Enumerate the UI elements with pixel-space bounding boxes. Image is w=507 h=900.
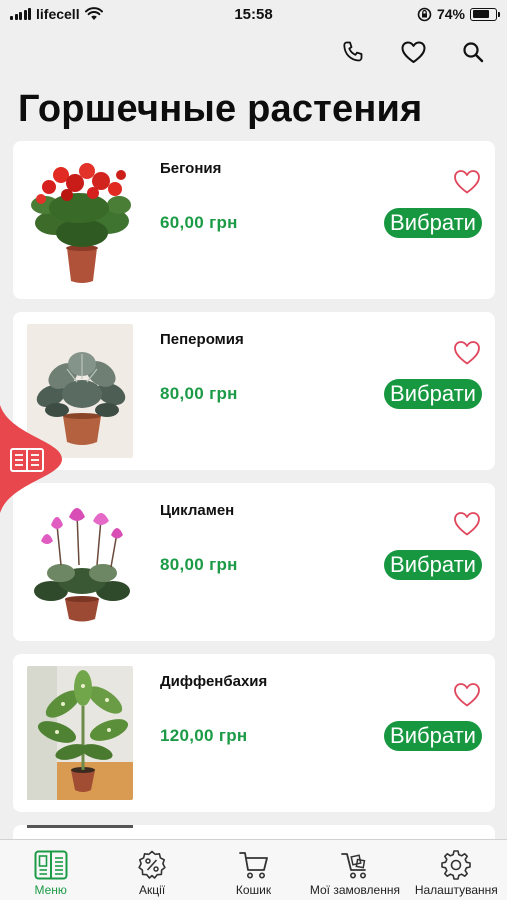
phone-icon xyxy=(343,41,363,62)
product-price: 80,00 грн xyxy=(160,384,238,403)
product-price: 60,00 грн xyxy=(160,213,238,232)
product-image xyxy=(27,825,133,828)
status-bar: lifecell 15:58 74% xyxy=(0,0,507,28)
product-name: Бегония xyxy=(160,160,222,177)
catalog-tab-button[interactable] xyxy=(0,405,62,513)
choose-button[interactable]: Вибрати xyxy=(384,208,482,238)
nav-label: Меню xyxy=(34,883,67,897)
product-card[interactable]: Бегония 60,00 грн Вибрати xyxy=(13,141,495,299)
battery-percent: 74% xyxy=(436,6,465,22)
heart-outline-icon xyxy=(454,683,480,707)
choose-button[interactable]: Вибрати xyxy=(384,379,482,409)
cart-icon xyxy=(237,849,271,881)
product-price: 80,00 грн xyxy=(160,555,238,574)
product-card[interactable]: Пеперомия 80,00 грн Вибрати xyxy=(13,312,495,470)
nav-label: Акції xyxy=(139,883,166,897)
nav-item-cart[interactable]: Кошик xyxy=(203,840,304,900)
top-actions xyxy=(339,38,487,66)
product-image xyxy=(27,495,133,629)
nav-label: Мої замовлення xyxy=(309,883,400,897)
phone-button[interactable] xyxy=(339,38,367,66)
choose-button[interactable]: Вибрати xyxy=(384,721,482,751)
discount-icon xyxy=(135,849,169,881)
nav-item-my-orders[interactable]: Мої замовлення xyxy=(304,840,405,900)
wifi-icon xyxy=(84,7,103,20)
favorite-button[interactable] xyxy=(453,511,481,537)
product-name: Диффенбахия xyxy=(160,673,268,690)
product-price: 120,00 грн xyxy=(160,726,248,745)
status-right: 74% xyxy=(417,6,500,22)
heart-outline-icon xyxy=(454,170,480,194)
product-name: Пеперомия xyxy=(160,331,244,348)
signal-icon xyxy=(10,8,31,20)
heart-outline-icon xyxy=(454,512,480,536)
product-card[interactable]: Цикламен 80,00 грн Вибрати xyxy=(13,483,495,641)
choose-button[interactable]: Вибрати xyxy=(384,550,482,580)
bottom-nav: Меню Акції Кошик Мої замовлення Налаштув… xyxy=(0,839,507,900)
favorite-button[interactable] xyxy=(453,340,481,366)
status-left: lifecell xyxy=(10,6,103,22)
orders-cart-icon xyxy=(338,849,372,881)
favorites-button[interactable] xyxy=(399,38,427,66)
favorite-button[interactable] xyxy=(453,682,481,708)
nav-item-menu[interactable]: Меню xyxy=(0,840,101,900)
heart-outline-icon xyxy=(454,341,480,365)
battery-icon xyxy=(470,7,500,21)
search-button[interactable] xyxy=(459,38,487,66)
heart-icon xyxy=(401,41,425,63)
page-title: Горшечные растения xyxy=(18,88,423,130)
nav-item-promotions[interactable]: Акції xyxy=(101,840,202,900)
product-image xyxy=(27,153,133,287)
carrier-name: lifecell xyxy=(36,6,80,22)
orientation-lock-icon xyxy=(417,7,432,21)
gear-icon xyxy=(439,849,473,881)
product-name: Цикламен xyxy=(160,502,235,519)
nav-label: Кошик xyxy=(235,883,272,897)
nav-item-settings[interactable]: Налаштування xyxy=(406,840,507,900)
menu-book-icon xyxy=(34,849,68,881)
product-image xyxy=(27,666,133,800)
search-icon xyxy=(463,42,484,63)
nav-label: Налаштування xyxy=(414,883,498,897)
product-card[interactable]: Диффенбахия 120,00 грн Вибрати xyxy=(13,654,495,812)
favorite-button[interactable] xyxy=(453,169,481,195)
battery-level xyxy=(472,10,489,18)
